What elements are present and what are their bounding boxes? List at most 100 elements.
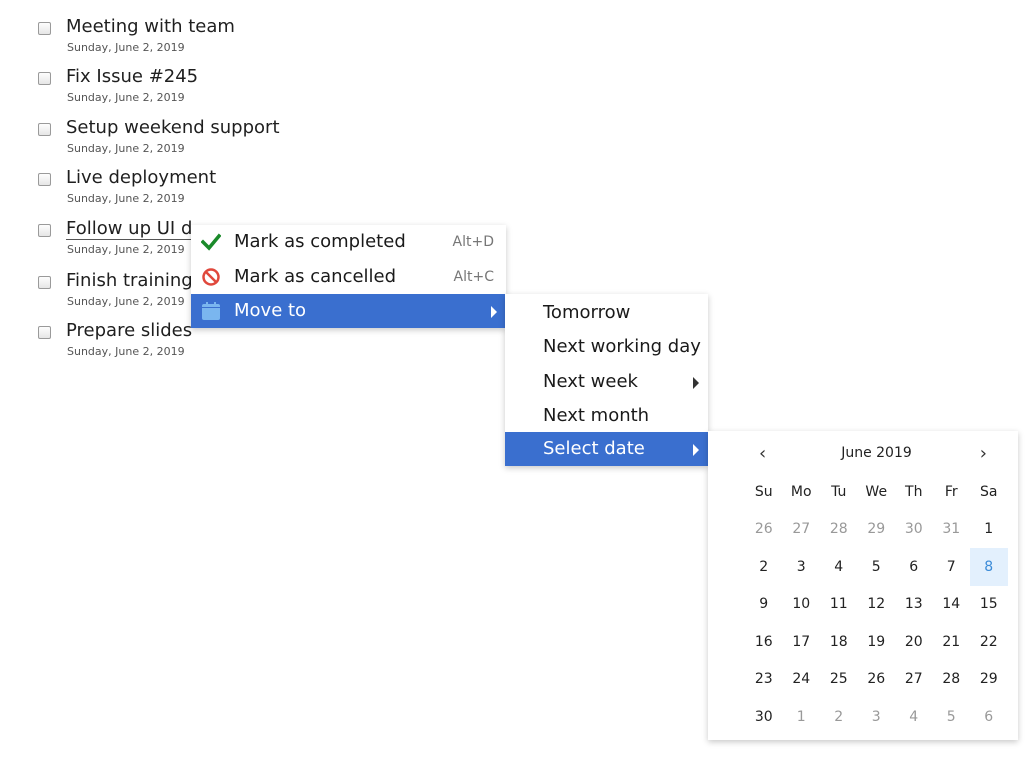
cancel-icon <box>201 267 221 287</box>
context-menu: Mark as completed Alt+D Mark as cancelle… <box>191 225 506 328</box>
calendar-day[interactable]: 14 <box>933 586 971 624</box>
calendar-day[interactable]: 28 <box>820 511 858 549</box>
task-date: Sunday, June 2, 2019 <box>67 345 185 358</box>
calendar-day[interactable]: 3 <box>783 548 821 586</box>
task-date: Sunday, June 2, 2019 <box>67 91 185 104</box>
checkmark-icon <box>200 232 222 252</box>
calendar-day[interactable]: 21 <box>933 623 971 661</box>
weekday-header: Fr <box>944 483 958 500</box>
menu-item-mark-completed[interactable]: Mark as completed Alt+D <box>191 225 506 259</box>
calendar-day[interactable]: 16 <box>745 623 783 661</box>
menu-item-label: Next month <box>543 405 650 426</box>
calendar-day[interactable]: 13 <box>895 586 933 624</box>
calendar-day[interactable]: 28 <box>933 661 971 699</box>
calendar-day[interactable]: 15 <box>970 586 1008 624</box>
move-to-submenu: Tomorrow Next working day Next week Next… <box>505 294 708 466</box>
calendar-day[interactable]: 19 <box>858 623 896 661</box>
calendar-grid: Su Mo Tu We Th Fr Sa 26 27 28 29 30 31 1 2 3 4 5 6 7 8 9 10 11… <box>745 473 1008 736</box>
submenu-arrow-icon <box>491 306 497 318</box>
calendar-day[interactable]: 30 <box>895 511 933 549</box>
task-checkbox[interactable] <box>38 72 51 85</box>
calendar-day[interactable]: 10 <box>783 586 821 624</box>
calendar-day[interactable]: 1 <box>783 698 821 736</box>
calendar-day[interactable]: 6 <box>895 548 933 586</box>
task-date: Sunday, June 2, 2019 <box>67 41 185 54</box>
task-checkbox[interactable] <box>38 22 51 35</box>
menu-item-label: Mark as cancelled <box>234 266 397 287</box>
submenu-arrow-icon <box>693 444 699 456</box>
weekday-header: Tu <box>831 483 847 500</box>
calendar-day[interactable]: 26 <box>858 661 896 699</box>
calendar-day[interactable]: 4 <box>820 548 858 586</box>
task-date: Sunday, June 2, 2019 <box>67 142 185 155</box>
menu-item-select-date[interactable]: Select date <box>505 432 708 466</box>
menu-item-shortcut: Alt+C <box>453 269 494 285</box>
menu-item-label: Next week <box>543 371 638 392</box>
calendar-day[interactable]: 2 <box>820 698 858 736</box>
next-month-button[interactable]: › <box>980 443 987 464</box>
task-checkbox[interactable] <box>38 276 51 289</box>
menu-item-mark-cancelled[interactable]: Mark as cancelled Alt+C <box>191 260 506 294</box>
calendar-day[interactable]: 8 <box>970 548 1008 586</box>
menu-item-next-week[interactable]: Next week <box>505 365 708 399</box>
calendar-day[interactable]: 22 <box>970 623 1008 661</box>
calendar-day[interactable]: 18 <box>820 623 858 661</box>
menu-item-next-month[interactable]: Next month <box>505 399 708 433</box>
calendar-day[interactable]: 12 <box>858 586 896 624</box>
task-date: Sunday, June 2, 2019 <box>67 295 185 308</box>
task-title[interactable]: Live deployment <box>66 167 216 188</box>
calendar-day[interactable]: 3 <box>858 698 896 736</box>
menu-item-label: Move to <box>234 300 307 321</box>
weekday-header: Th <box>905 483 923 500</box>
calendar-day[interactable]: 29 <box>858 511 896 549</box>
task-title[interactable]: Follow up UI d <box>66 218 193 240</box>
calendar-day[interactable]: 17 <box>783 623 821 661</box>
calendar-day[interactable]: 6 <box>970 698 1008 736</box>
menu-item-shortcut: Alt+D <box>452 234 494 250</box>
task-date: Sunday, June 2, 2019 <box>67 243 185 256</box>
calendar-day[interactable]: 24 <box>783 661 821 699</box>
calendar-icon <box>201 301 221 321</box>
calendar-day[interactable]: 25 <box>820 661 858 699</box>
calendar-day[interactable]: 5 <box>933 698 971 736</box>
calendar-day[interactable]: 1 <box>970 511 1008 549</box>
menu-item-move-to[interactable]: Move to <box>191 294 506 328</box>
calendar-day[interactable]: 11 <box>820 586 858 624</box>
month-label[interactable]: June 2019 <box>745 445 1008 461</box>
submenu-arrow-icon <box>693 377 699 389</box>
calendar-day[interactable]: 27 <box>895 661 933 699</box>
task-checkbox[interactable] <box>38 173 51 186</box>
task-title[interactable]: Finish training <box>66 270 193 291</box>
task-checkbox[interactable] <box>38 326 51 339</box>
menu-item-label: Select date <box>543 438 645 459</box>
calendar-day[interactable]: 5 <box>858 548 896 586</box>
calendar-day[interactable]: 29 <box>970 661 1008 699</box>
task-title[interactable]: Meeting with team <box>66 16 235 37</box>
calendar-day[interactable]: 9 <box>745 586 783 624</box>
calendar-day[interactable]: 4 <box>895 698 933 736</box>
menu-item-next-working-day[interactable]: Next working day <box>505 330 708 364</box>
calendar-day[interactable]: 26 <box>745 511 783 549</box>
menu-item-label: Mark as completed <box>234 231 406 252</box>
calendar-day[interactable]: 27 <box>783 511 821 549</box>
calendar-day[interactable]: 20 <box>895 623 933 661</box>
calendar-day[interactable]: 23 <box>745 661 783 699</box>
weekday-header: We <box>865 483 888 500</box>
task-title[interactable]: Fix Issue #245 <box>66 66 198 87</box>
task-title[interactable]: Prepare slides <box>66 320 192 341</box>
menu-item-tomorrow[interactable]: Tomorrow <box>505 296 708 330</box>
weekday-header: Su <box>754 483 773 500</box>
date-picker: ‹ June 2019 › Su Mo Tu We Th Fr Sa 26 27 28 29 30 3… <box>708 431 1018 740</box>
weekday-header: Sa <box>980 483 998 500</box>
calendar-day[interactable]: 7 <box>933 548 971 586</box>
calendar-day[interactable]: 2 <box>745 548 783 586</box>
calendar-day[interactable]: 30 <box>745 698 783 736</box>
task-date: Sunday, June 2, 2019 <box>67 192 185 205</box>
task-checkbox[interactable] <box>38 224 51 237</box>
task-checkbox[interactable] <box>38 123 51 136</box>
task-title[interactable]: Setup weekend support <box>66 117 280 138</box>
menu-item-label: Tomorrow <box>543 302 631 323</box>
calendar-day[interactable]: 31 <box>933 511 971 549</box>
weekday-header: Mo <box>790 483 812 500</box>
menu-item-label: Next working day <box>543 336 701 357</box>
